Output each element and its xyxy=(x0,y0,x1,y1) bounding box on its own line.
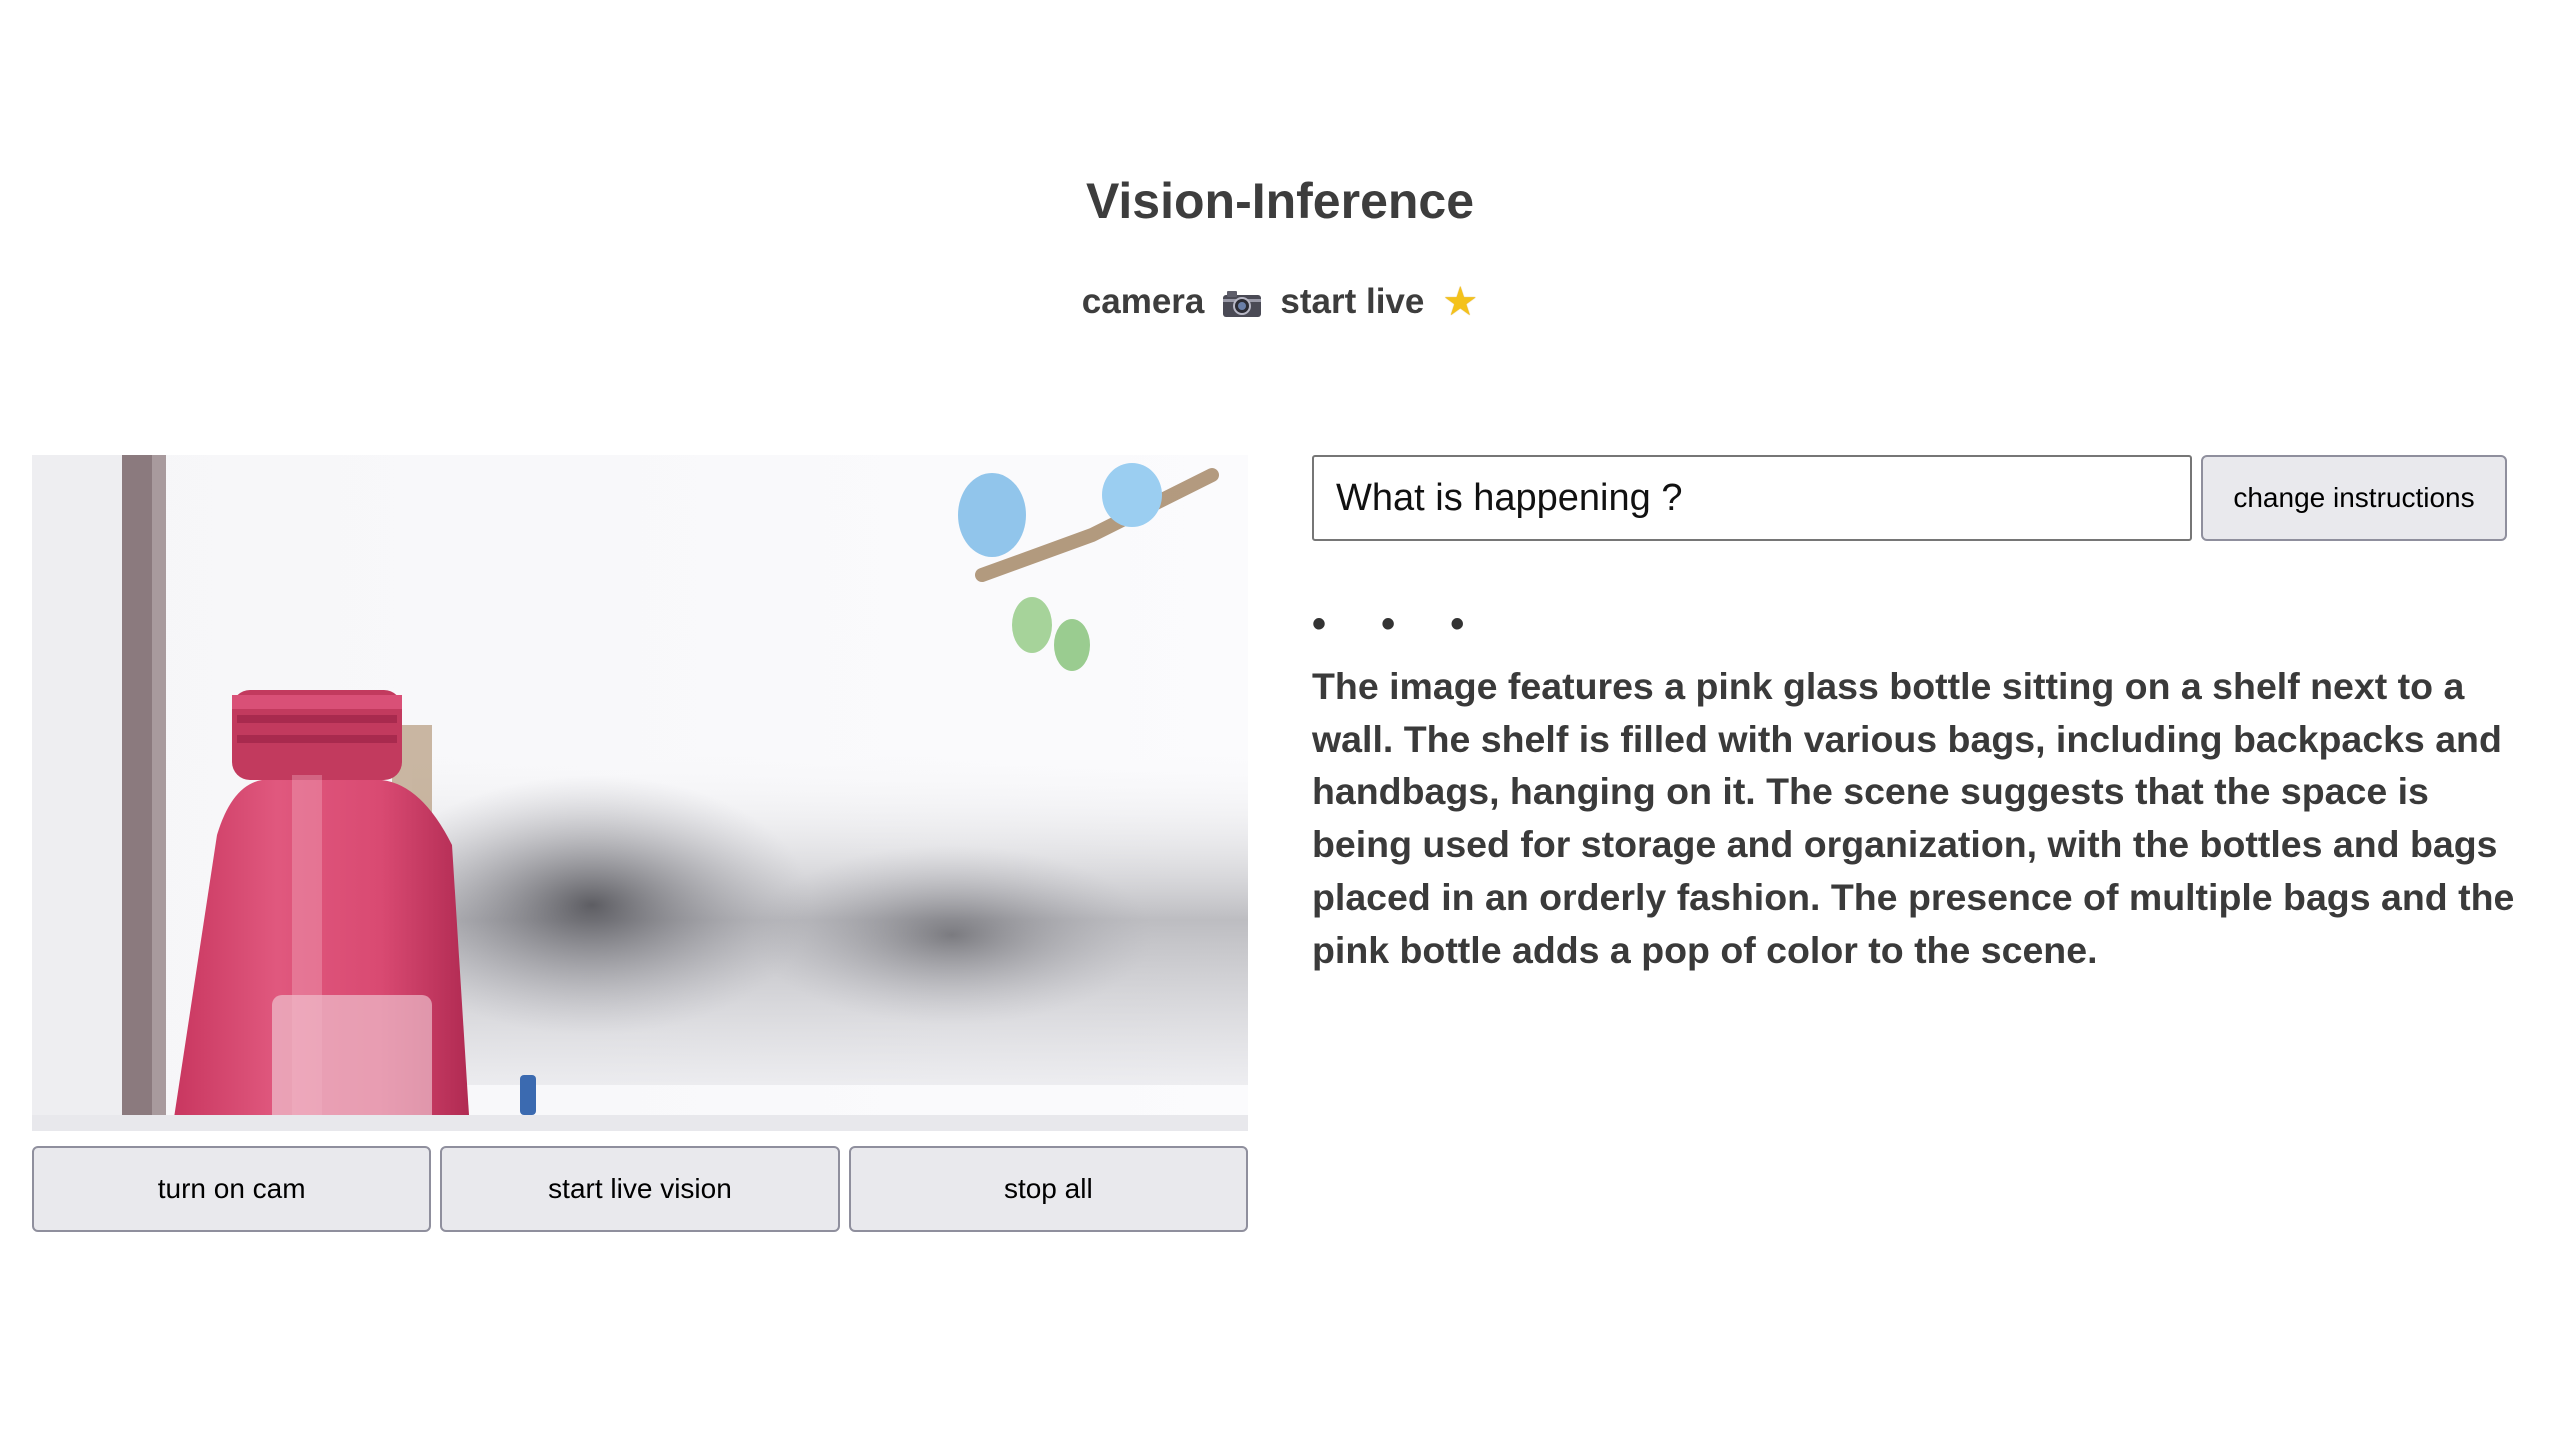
page-title: Vision-Inference xyxy=(1085,173,1475,229)
instructions-input[interactable] xyxy=(1312,455,2192,541)
camera-icon xyxy=(1222,287,1262,317)
start-live-vision-button[interactable]: start live vision xyxy=(440,1146,840,1232)
camera-controls: turn on cam start live vision stop all xyxy=(32,1146,1248,1232)
inference-output: The image features a pink glass bottle s… xyxy=(1312,665,2515,971)
mode-subtitle: camera start live ★ xyxy=(0,282,2560,322)
stop-all-button[interactable]: stop all xyxy=(848,1146,1248,1232)
instructions-row: change instructions xyxy=(1312,455,2528,541)
turn-on-cam-button[interactable]: turn on cam xyxy=(32,1146,432,1232)
live-label: start live xyxy=(1280,282,1425,321)
camera-label: camera xyxy=(1081,282,1205,321)
loading-indicator: • • • xyxy=(1312,602,1487,646)
page: Vision-Inference camera start live ★ tur… xyxy=(0,0,2560,1440)
star-icon: ★ xyxy=(1442,280,1479,324)
webcam-preview xyxy=(32,455,1248,1131)
change-instructions-button[interactable]: change instructions xyxy=(2201,455,2507,541)
